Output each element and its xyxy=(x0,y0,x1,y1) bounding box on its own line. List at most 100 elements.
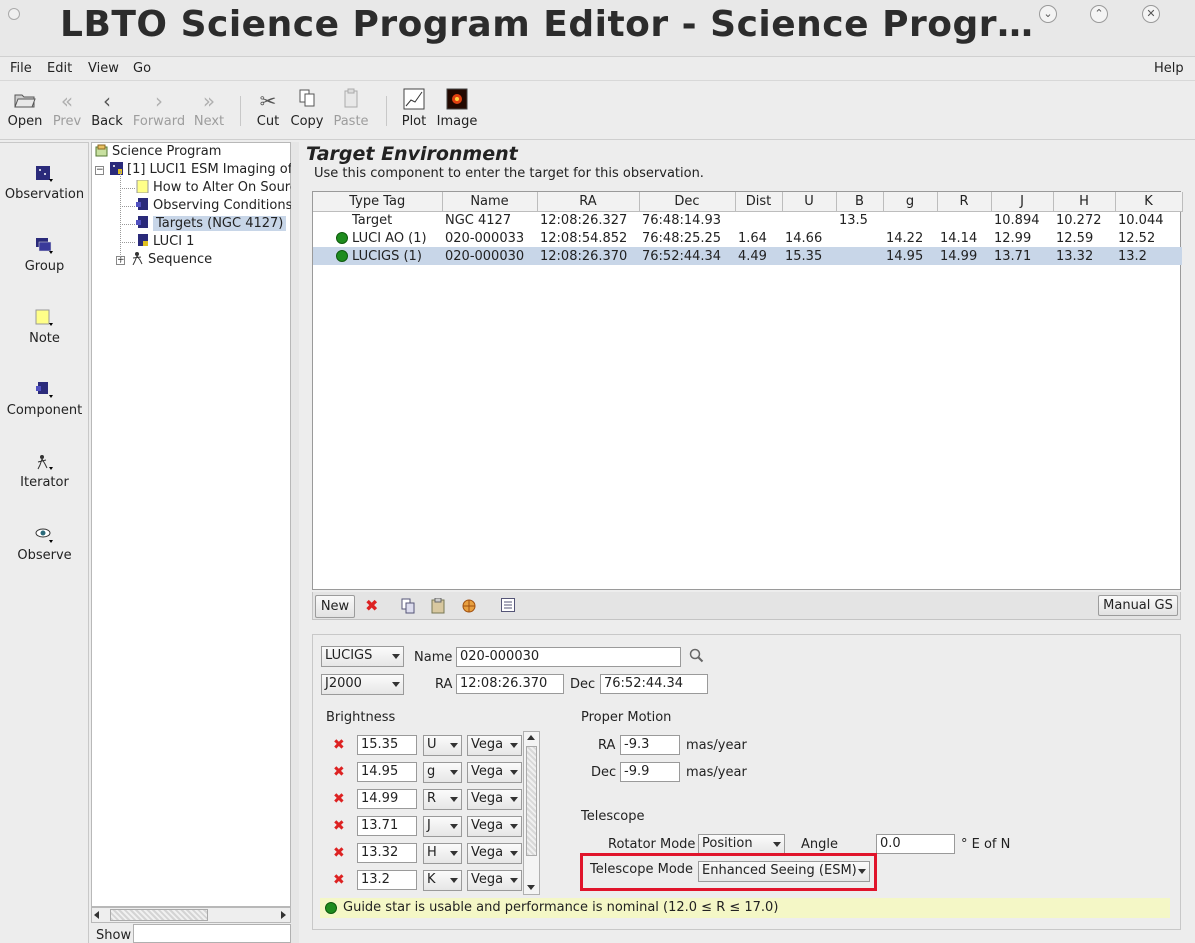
column-header[interactable]: Dec xyxy=(639,192,736,212)
brightness-value-input[interactable]: 14.95 xyxy=(357,762,417,782)
delete-target-icon[interactable]: ✖ xyxy=(365,596,378,615)
brightness-value-input[interactable]: 14.99 xyxy=(357,789,417,809)
table-row-selected[interactable]: LUCIGS (1) 020-000030 12:08:26.370 76:52… xyxy=(313,247,1182,265)
target-name-input[interactable]: 020-000030 xyxy=(456,647,681,667)
next-button[interactable]: » Next xyxy=(192,88,226,129)
manual-gs-button[interactable]: Manual GS xyxy=(1098,595,1178,616)
column-header[interactable]: J xyxy=(991,192,1054,212)
brightness-value-input[interactable]: 15.35 xyxy=(357,735,417,755)
brightness-value-input[interactable]: 13.71 xyxy=(357,816,417,836)
palette-iterator[interactable]: Iterator xyxy=(0,453,89,490)
brightness-system-select[interactable]: Vega xyxy=(467,816,522,837)
pm-ra-input[interactable]: -9.3 xyxy=(620,735,680,755)
pm-dec-input[interactable]: -9.9 xyxy=(620,762,680,782)
palette-note[interactable]: Note xyxy=(0,309,89,346)
brightness-system-select[interactable]: Vega xyxy=(467,762,522,783)
column-header[interactable]: g xyxy=(883,192,938,212)
tree-collapse-icon[interactable]: − xyxy=(95,166,104,175)
brightness-system-select[interactable]: Vega xyxy=(467,843,522,864)
scroll-left-icon[interactable] xyxy=(94,911,99,919)
palette-component[interactable]: Component xyxy=(0,381,89,418)
copy-target-icon[interactable] xyxy=(401,598,415,618)
chevron-right-icon: › xyxy=(155,89,163,113)
copy-button[interactable]: Copy xyxy=(290,88,324,129)
delete-brightness-icon[interactable]: ✖ xyxy=(333,737,345,753)
brightness-value-input[interactable]: 13.32 xyxy=(357,843,417,863)
column-header[interactable]: U xyxy=(782,192,837,212)
palette-group[interactable]: Group xyxy=(0,237,89,274)
cut-button[interactable]: ✂ Cut xyxy=(253,88,283,129)
show-input[interactable] xyxy=(133,924,291,943)
brightness-band-select[interactable]: J xyxy=(423,816,462,837)
scroll-right-icon[interactable] xyxy=(281,911,286,919)
brightness-band-select[interactable]: g xyxy=(423,762,462,783)
tree-item-science-program[interactable]: Science Program xyxy=(95,144,221,162)
angle-input[interactable]: 0.0 xyxy=(876,834,955,854)
column-header[interactable]: Dist xyxy=(735,192,783,212)
tree-item-observing-conditions[interactable]: Observing Conditions xyxy=(136,198,292,216)
duplicate-target-icon[interactable] xyxy=(461,598,477,618)
column-header[interactable]: R xyxy=(937,192,992,212)
tree-item-observation[interactable]: − [1] LUCI1 ESM Imaging of xyxy=(95,162,292,180)
menu-view[interactable]: View xyxy=(88,61,119,76)
column-header[interactable]: Type Tag xyxy=(313,192,443,212)
scroll-up-icon[interactable] xyxy=(527,735,535,740)
table-row[interactable]: Target NGC 4127 12:08:26.327 76:48:14.93… xyxy=(313,211,1182,229)
prev-button[interactable]: « Prev xyxy=(50,88,84,129)
menu-go[interactable]: Go xyxy=(133,61,151,76)
brightness-band-select[interactable]: H xyxy=(423,843,462,864)
paste-target-icon[interactable] xyxy=(431,597,445,618)
menu-edit[interactable]: Edit xyxy=(47,61,72,76)
new-target-button[interactable]: New xyxy=(315,595,355,618)
brightness-system-select[interactable]: Vega xyxy=(467,735,522,756)
brightness-band-select[interactable]: K xyxy=(423,870,462,891)
delete-brightness-icon[interactable]: ✖ xyxy=(333,845,345,861)
forward-button[interactable]: › Forward xyxy=(132,88,186,129)
dec-input[interactable]: 76:52:44.34 xyxy=(600,674,708,694)
coord-system-select[interactable]: J2000 xyxy=(321,674,404,695)
ra-input[interactable]: 12:08:26.370 xyxy=(456,674,564,694)
splitter[interactable] xyxy=(291,142,299,943)
column-header[interactable]: K xyxy=(1115,192,1183,212)
tree-horizontal-scrollbar[interactable] xyxy=(91,907,291,923)
palette-observe[interactable]: Observe xyxy=(0,526,89,563)
palette-observation[interactable]: Observation xyxy=(0,165,89,202)
tree-item-luci[interactable]: LUCI 1 xyxy=(136,234,194,252)
telescope-mode-select[interactable]: Enhanced Seeing (ESM) xyxy=(698,861,870,882)
brightness-system-select[interactable]: Vega xyxy=(467,870,522,891)
delete-brightness-icon[interactable]: ✖ xyxy=(333,764,345,780)
brightness-value-input[interactable]: 13.2 xyxy=(357,870,417,890)
column-header[interactable]: Name xyxy=(442,192,538,212)
open-button[interactable]: Open xyxy=(6,88,44,129)
delete-brightness-icon[interactable]: ✖ xyxy=(333,872,345,888)
tree-item-sequence[interactable]: + Sequence xyxy=(116,252,212,270)
column-header[interactable]: RA xyxy=(537,192,640,212)
brightness-band-select[interactable]: U xyxy=(423,735,462,756)
tree-item-targets[interactable]: Targets (NGC 4127) xyxy=(136,216,287,234)
delete-brightness-icon[interactable]: ✖ xyxy=(333,818,345,834)
column-header[interactable]: B xyxy=(836,192,884,212)
scrollbar-thumb[interactable] xyxy=(526,746,537,856)
menu-file[interactable]: File xyxy=(10,61,32,76)
delete-brightness-icon[interactable]: ✖ xyxy=(333,791,345,807)
column-header[interactable]: H xyxy=(1053,192,1116,212)
image-button[interactable]: Image xyxy=(436,88,478,129)
brightness-band-select[interactable]: R xyxy=(423,789,462,810)
rotator-mode-select[interactable]: Position xyxy=(698,834,785,855)
back-button[interactable]: ‹ Back xyxy=(90,88,124,129)
menu-help[interactable]: Help xyxy=(1154,61,1184,76)
table-row[interactable]: LUCI AO (1) 020-000033 12:08:54.852 76:4… xyxy=(313,229,1182,247)
maximize-button[interactable]: ⌃ xyxy=(1090,5,1108,23)
close-button[interactable]: ✕ xyxy=(1142,5,1160,23)
search-icon[interactable] xyxy=(689,648,705,668)
minimize-button[interactable]: ⌄ xyxy=(1039,5,1057,23)
scrollbar-thumb[interactable] xyxy=(110,909,208,921)
brightness-system-select[interactable]: Vega xyxy=(467,789,522,810)
target-list-icon[interactable] xyxy=(501,598,515,616)
window-menu-icon[interactable] xyxy=(8,8,20,20)
scroll-down-icon[interactable] xyxy=(527,885,535,890)
paste-button[interactable]: Paste xyxy=(332,88,370,129)
target-type-select[interactable]: LUCIGS xyxy=(321,646,404,667)
plot-button[interactable]: Plot xyxy=(398,88,430,129)
tree-item-note[interactable]: How to Alter On Sourc xyxy=(136,180,297,198)
